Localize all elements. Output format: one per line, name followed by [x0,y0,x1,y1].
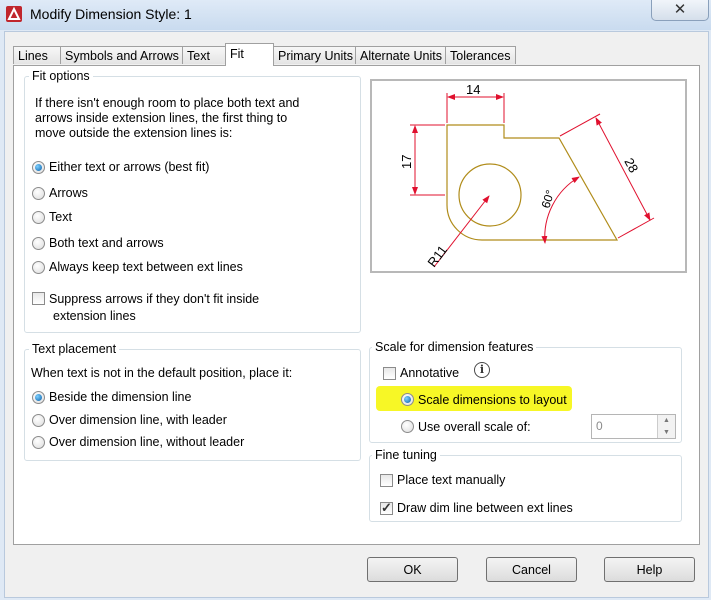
preview-drawing: 14 17 28 60° R11 [399,82,655,270]
place-text-manually-checkbox[interactable] [380,474,393,487]
overall-scale-stepper[interactable]: 0 ▲ ▼ [591,414,676,439]
fit-options-title: Fit options [29,69,93,83]
dim-line-diagonal [595,117,651,221]
text-placement-title: Text placement [29,342,120,356]
radio-both-text-and-arrows-label[interactable]: Both text and arrows [49,236,164,250]
radio-overall-scale-label[interactable]: Use overall scale of: [418,420,531,434]
radio-keep-text-between[interactable] [32,261,45,274]
tab-tolerances[interactable]: Tolerances [445,46,516,64]
autocad-app-icon [6,6,22,22]
scale-group-title: Scale for dimension features [372,340,537,354]
stepper-buttons: ▲ ▼ [657,415,675,438]
place-text-manually-label[interactable]: Place text manually [397,473,505,487]
radio-over-without-leader-label[interactable]: Over dimension line, without leader [49,435,244,449]
tab-alternate-units[interactable]: Alternate Units [355,46,446,64]
close-icon: ✕ [673,1,687,18]
radio-arrows[interactable] [32,187,45,200]
stepper-up-icon[interactable]: ▲ [658,415,675,426]
stepper-down-icon[interactable]: ▼ [658,427,675,438]
overall-scale-value[interactable]: 0 [596,419,603,433]
radio-beside-dimension-line-label[interactable]: Beside the dimension line [49,390,191,404]
fit-options-description: If there isn't enough room to place both… [35,96,300,140]
radio-both-text-and-arrows[interactable] [32,237,45,250]
radio-scale-to-layout[interactable] [401,393,414,406]
text-placement-description: When text is not in the default position… [31,366,293,380]
tab-primary-units[interactable]: Primary Units [273,46,356,64]
draw-dim-line-label[interactable]: Draw dim line between ext lines [397,501,573,515]
radio-scale-to-layout-label[interactable]: Scale dimensions to layout [418,393,567,407]
ok-button[interactable]: OK [367,557,458,582]
info-icon[interactable]: i [474,362,490,378]
radio-over-with-leader-label[interactable]: Over dimension line, with leader [49,413,227,427]
radio-beside-dimension-line[interactable] [32,391,45,404]
window-title: Modify Dimension Style: 1 [30,6,192,22]
part-outline [446,124,619,241]
radio-best-fit-label[interactable]: Either text or arrows (best fit) [49,160,209,174]
radio-best-fit[interactable] [32,161,45,174]
radio-arrows-label[interactable]: Arrows [49,186,88,200]
dim-top-label: 14 [466,82,480,97]
suppress-arrows-label-line2[interactable]: extension lines [53,309,136,323]
cancel-button[interactable]: Cancel [486,557,577,582]
dim-angle-label: 60° [539,188,558,210]
dim-left-label: 17 [399,155,414,169]
radio-text[interactable] [32,211,45,224]
suppress-arrows-checkbox[interactable] [32,292,45,305]
suppress-arrows-label[interactable]: Suppress arrows if they don't fit inside [49,292,259,306]
part-hole [458,163,522,227]
tab-fit[interactable]: Fit [225,43,274,66]
radio-over-with-leader[interactable] [32,414,45,427]
tab-text[interactable]: Text [182,46,226,64]
tab-symbols-and-arrows[interactable]: Symbols and Arrows [60,46,183,64]
radio-overall-scale[interactable] [401,420,414,433]
fine-tuning-title: Fine tuning [372,448,440,462]
draw-dim-line-checkbox[interactable] [380,500,393,516]
dim-radius-label: R11 [424,242,450,269]
tab-lines[interactable]: Lines [13,46,61,64]
help-button[interactable]: Help [604,557,695,582]
annotative-checkbox[interactable] [383,367,396,380]
dimension-preview: 14 17 28 60° R11 [370,79,687,273]
radio-text-label[interactable]: Text [49,210,72,224]
close-button[interactable]: ✕ [651,0,709,21]
annotative-label[interactable]: Annotative [400,366,459,380]
radio-keep-text-between-label[interactable]: Always keep text between ext lines [49,260,243,274]
radio-over-without-leader[interactable] [32,436,45,449]
